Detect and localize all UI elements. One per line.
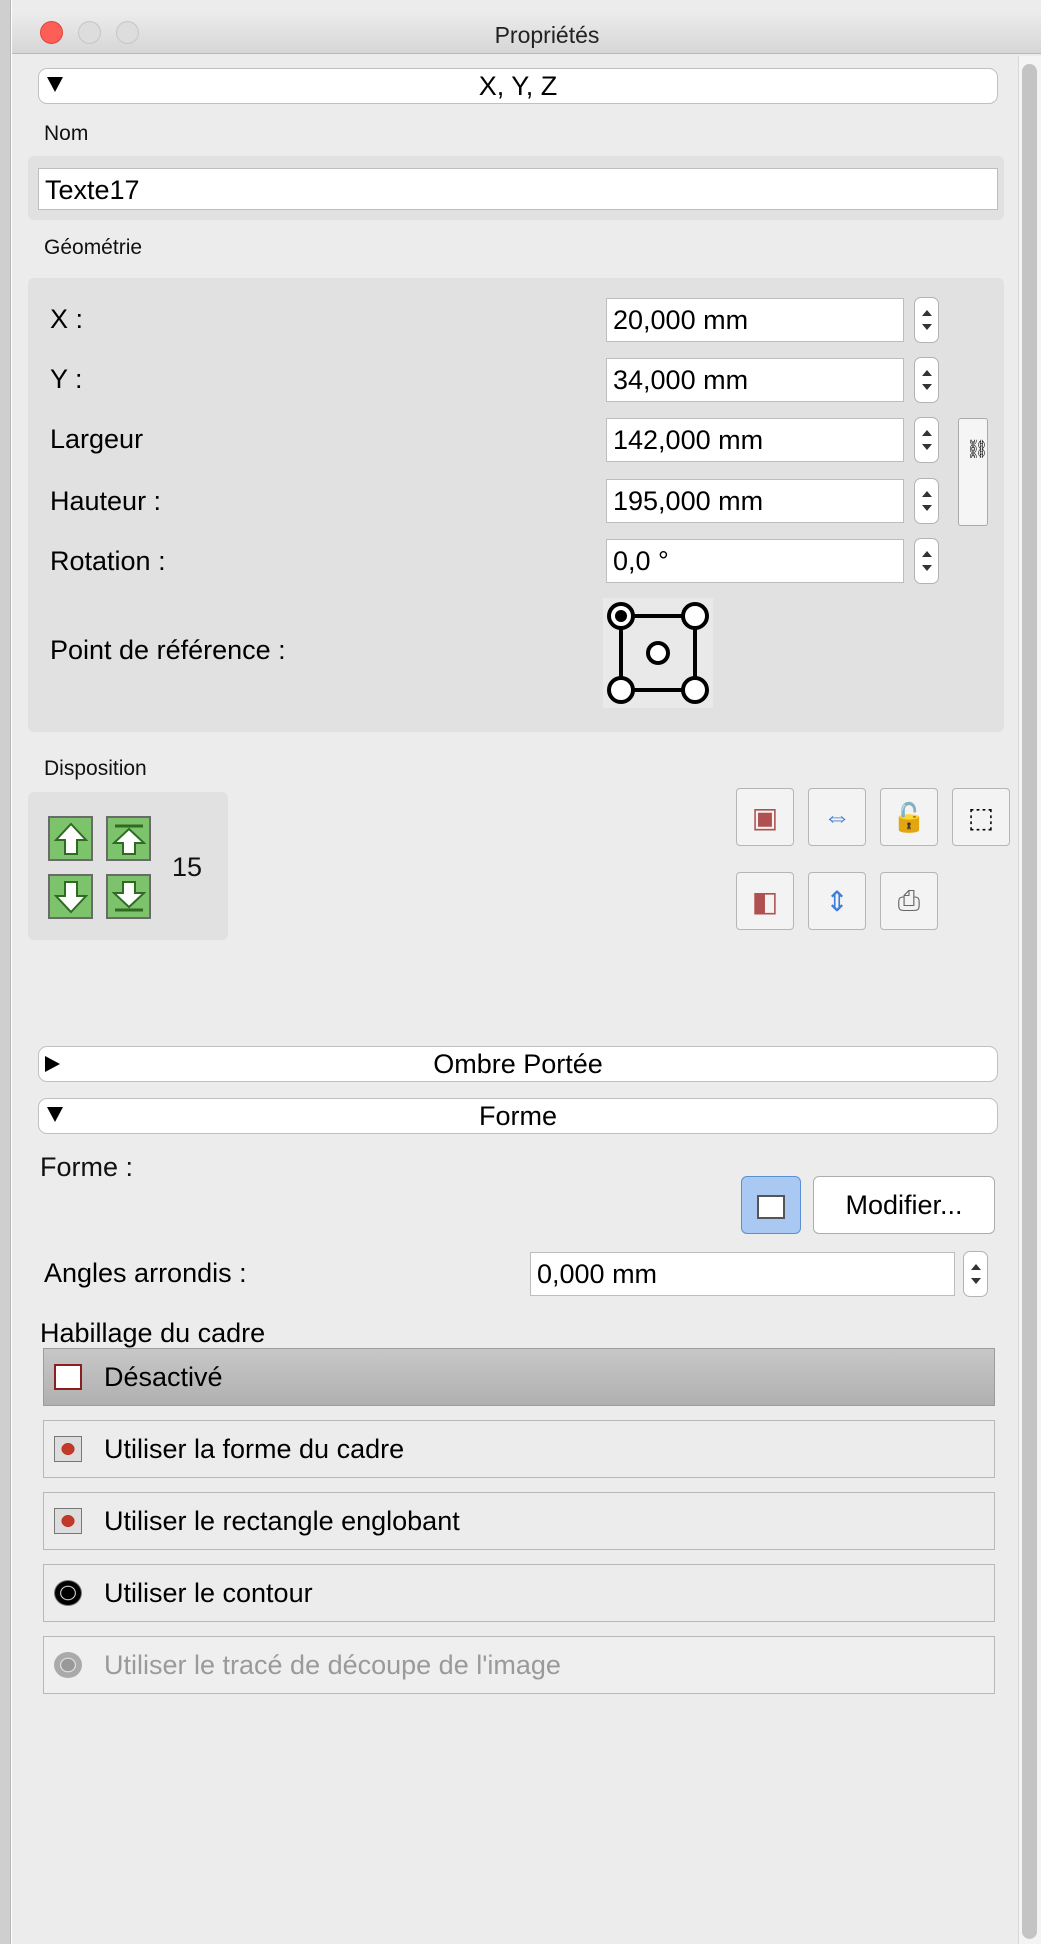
contour-flow-icon (54, 1580, 82, 1606)
text-flow-option-frame-shape[interactable]: Utiliser la forme du cadre (43, 1420, 995, 1478)
arrow-to-top-icon (111, 824, 146, 855)
lock-button[interactable]: 🔓 (880, 788, 938, 846)
printer-icon: ⎙ (897, 884, 921, 916)
section-title-shape: Forme (478, 1101, 557, 1131)
image-flip-vertical-icon: ◧ (751, 885, 779, 917)
properties-window: Propriétés X, Y, Z Nom Texte17 Géométrie… (0, 0, 1041, 1944)
option-label: Utiliser le tracé de découpe de l'image (104, 1650, 561, 1680)
rotation-stepper[interactable] (914, 538, 939, 584)
shape-picker-button[interactable] (741, 1176, 801, 1234)
width-field[interactable]: 142,000 mm (606, 418, 904, 462)
name-label: Nom (44, 122, 89, 145)
x-field[interactable]: 20,000 mm (606, 298, 904, 342)
text-flow-label: Habillage du cadre (40, 1318, 266, 1348)
flip-vertical-image-button[interactable]: ◧ (736, 872, 794, 930)
image-flip-icon: ▣ (751, 801, 779, 833)
link-proportions-toggle[interactable]: ⛓ (958, 418, 989, 526)
reference-point-selector[interactable] (603, 598, 713, 708)
reference-point-icon (607, 602, 709, 704)
scrollbar-thumb[interactable] (1022, 64, 1037, 1939)
window-edge (0, 0, 11, 1944)
arrow-to-bottom-icon (111, 880, 146, 911)
height-stepper[interactable] (914, 478, 939, 524)
shape-label: Forme : (40, 1152, 134, 1182)
arrow-down-icon (53, 880, 88, 913)
collapsed-triangle-icon (45, 1056, 60, 1072)
zoom-window-button[interactable] (116, 21, 139, 44)
chain-link-icon: ⛓ (966, 439, 989, 459)
option-label: Utiliser le contour (104, 1578, 313, 1608)
rotation-label: Rotation : (50, 546, 166, 576)
arrow-up-icon (53, 822, 88, 855)
option-label: Utiliser le rectangle englobant (104, 1506, 460, 1536)
expanded-triangle-icon (47, 1107, 63, 1122)
text-flow-option-disabled[interactable]: Désactivé (43, 1348, 995, 1406)
section-header-shadow[interactable]: Ombre Portée (38, 1046, 998, 1082)
flip-vertical-button[interactable]: ⇕ (808, 872, 866, 930)
rounded-corners-stepper[interactable] (963, 1251, 988, 1297)
reference-point-label: Point de référence : (50, 635, 286, 665)
level-value: 15 (172, 852, 203, 882)
height-label: Hauteur : (50, 486, 162, 516)
title-bar: Propriétés (12, 12, 1041, 54)
frame-flow-off-icon (54, 1364, 82, 1390)
frame-size-icon: ⬚ (967, 801, 995, 833)
y-field[interactable]: 34,000 mm (606, 358, 904, 402)
lower-to-bottom-button[interactable] (106, 874, 151, 919)
y-label: Y : (50, 364, 83, 394)
rounded-corners-field[interactable]: 0,000 mm (530, 1252, 955, 1296)
text-flow-option-bounding-box[interactable]: Utiliser le rectangle englobant (43, 1492, 995, 1550)
section-title-xyz: X, Y, Z (478, 71, 558, 101)
y-stepper[interactable] (914, 357, 939, 403)
vertical-arrows-icon: ⇕ (825, 885, 849, 917)
horizontal-arrows-icon: ⇔ (823, 801, 851, 832)
x-stepper[interactable] (914, 297, 939, 343)
option-label: Utiliser la forme du cadre (104, 1434, 405, 1464)
print-toggle-button[interactable]: ⎙ (880, 872, 938, 930)
option-label: Désactivé (104, 1362, 223, 1392)
text-flow-option-contour[interactable]: Utiliser le contour (43, 1564, 995, 1622)
x-label: X : (50, 304, 84, 334)
bounding-box-flow-icon (54, 1508, 82, 1534)
section-header-shape[interactable]: Forme (38, 1098, 998, 1134)
modify-shape-button[interactable]: Modifier... (813, 1176, 995, 1234)
close-window-button[interactable] (40, 21, 63, 44)
clipping-path-flow-icon (54, 1652, 82, 1678)
unlocked-padlock-icon: 🔓 (891, 801, 927, 833)
minimize-window-button[interactable] (78, 21, 101, 44)
width-stepper[interactable] (914, 417, 939, 463)
height-field[interactable]: 195,000 mm (606, 479, 904, 523)
name-field[interactable]: Texte17 (38, 168, 998, 210)
lower-button[interactable] (48, 874, 93, 919)
rotation-field[interactable]: 0,0 ° (606, 539, 904, 583)
geometry-label: Géométrie (44, 236, 143, 259)
width-label: Largeur (50, 424, 144, 454)
arrangement-label: Disposition (44, 757, 147, 780)
size-lock-button[interactable]: ⬚ (952, 788, 1010, 846)
section-title-shadow: Ombre Portée (433, 1049, 603, 1079)
text-flow-option-clipping-path: Utiliser le tracé de découpe de l'image (43, 1636, 995, 1694)
flip-horizontal-image-button[interactable]: ▣ (736, 788, 794, 846)
frame-shape-flow-icon (54, 1436, 82, 1462)
flip-horizontal-button[interactable]: ⇔ (808, 788, 866, 846)
vertical-scrollbar[interactable] (1018, 56, 1041, 1944)
raise-to-top-button[interactable] (106, 816, 151, 861)
rounded-corners-label: Angles arrondis : (44, 1258, 247, 1288)
expanded-triangle-icon (47, 77, 63, 92)
window-title: Propriétés (494, 22, 600, 48)
rectangle-shape-icon (757, 1194, 785, 1219)
raise-button[interactable] (48, 816, 93, 861)
section-header-xyz[interactable]: X, Y, Z (38, 68, 998, 104)
